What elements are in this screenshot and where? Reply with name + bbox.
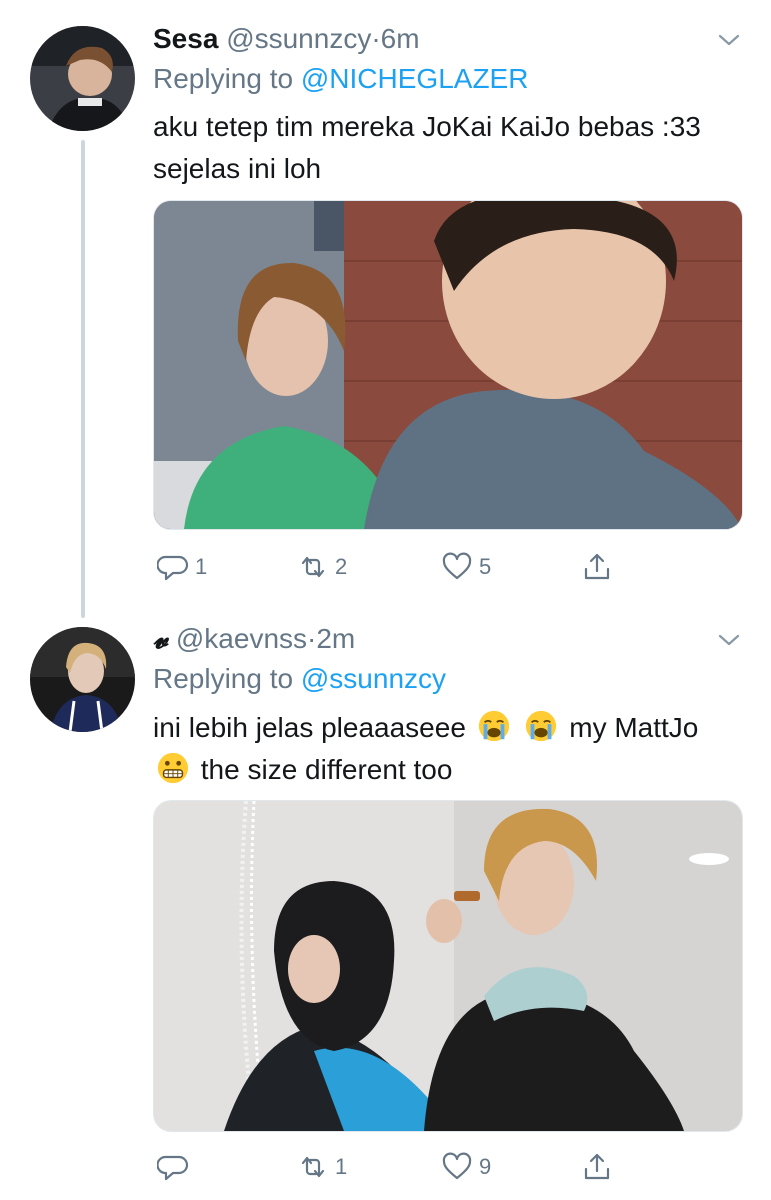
separator-dot: · [371, 23, 381, 54]
like-button[interactable]: 5 [441, 547, 491, 587]
loudly-crying-face-icon [478, 710, 509, 742]
tweet-text-part: my MattJo [569, 712, 699, 743]
tweet-text-part: the size different too [200, 754, 453, 785]
tweet-photo[interactable] [153, 800, 743, 1132]
share-icon [584, 1153, 610, 1180]
chevron-down-icon[interactable] [717, 28, 741, 52]
timestamp[interactable]: 6m [381, 23, 420, 54]
like-icon [442, 552, 472, 580]
tweet: Sesa @ssunnzcy·6m Replying to @NICHEGLAZ… [0, 0, 771, 615]
replying-to: Replying to @ssunnzcy [153, 662, 446, 696]
like-icon [442, 1152, 472, 1180]
replying-to-handle[interactable]: @NICHEGLAZER [301, 63, 529, 94]
grimacing-face-icon [157, 752, 189, 784]
tweet-text: aku tetep tim mereka JoKai KaiJo bebas :… [153, 111, 701, 184]
retweet-icon [301, 1156, 325, 1178]
share-icon [584, 553, 610, 580]
share-button[interactable] [581, 1147, 613, 1187]
timestamp[interactable]: 2m [316, 623, 355, 654]
like-count: 5 [479, 554, 492, 579]
tweet: 𝓿 @kaevnss·2m Replying to @ssunnzcy ini … [0, 615, 771, 1200]
retweet-button[interactable]: 2 [297, 547, 347, 587]
reply-count: 1 [195, 554, 208, 579]
replying-to: Replying to @NICHEGLAZER [153, 62, 528, 96]
reply-button[interactable]: 1 [157, 547, 207, 587]
retweet-icon [301, 556, 325, 578]
display-name[interactable]: Sesa [153, 23, 218, 54]
tweet-text: ini lebih jelas pleaaaseee my MattJo the… [153, 707, 743, 791]
retweet-count: 2 [335, 554, 348, 579]
avatar[interactable] [30, 627, 135, 732]
loudly-crying-face-icon [526, 710, 557, 742]
tweet-header: Sesa @ssunnzcy·6m [153, 22, 420, 56]
tweet-photo[interactable] [153, 200, 743, 530]
like-count: 9 [479, 1154, 492, 1179]
retweet-count: 1 [335, 1154, 348, 1179]
reply-button[interactable] [157, 1147, 195, 1187]
user-handle[interactable]: @ssunnzcy [226, 23, 371, 54]
tweet-header: 𝓿 @kaevnss·2m [153, 622, 355, 656]
replying-to-label: Replying to [153, 63, 294, 94]
replying-to-handle[interactable]: @ssunnzcy [301, 663, 446, 694]
share-button[interactable] [581, 547, 613, 587]
retweet-button[interactable]: 1 [297, 1147, 347, 1187]
reply-icon [157, 555, 189, 581]
tweet-text-part: ini lebih jelas pleaaaseee [153, 712, 466, 743]
tweet-actions: 1 9 [153, 1147, 753, 1187]
avatar[interactable] [30, 26, 135, 131]
chevron-down-icon[interactable] [717, 628, 741, 652]
tweet-actions: 1 2 5 [153, 547, 753, 587]
like-button[interactable]: 9 [441, 1147, 491, 1187]
replying-to-label: Replying to [153, 663, 294, 694]
user-handle[interactable]: @kaevnss [176, 623, 307, 654]
separator-dot: · [307, 623, 317, 654]
display-name[interactable]: 𝓿 [153, 622, 168, 655]
reply-icon [157, 1155, 189, 1181]
